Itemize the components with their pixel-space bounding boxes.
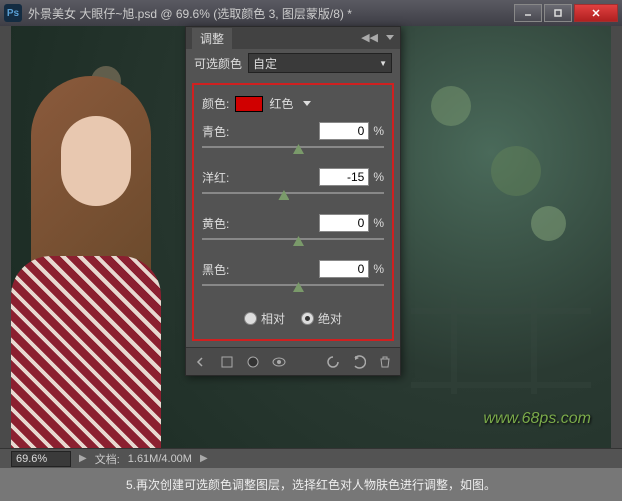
slider-label: 黄色: (202, 215, 229, 232)
percent-sign: % (373, 124, 384, 138)
photo-subject (11, 76, 171, 448)
back-icon[interactable] (192, 353, 210, 371)
preset-row: 可选颜色 自定 (186, 49, 400, 77)
preset-dropdown[interactable]: 自定 (248, 53, 392, 73)
expand-icon[interactable] (218, 353, 236, 371)
method-row: 相对 绝对 (198, 302, 388, 331)
slider-yellow: 黄色: 0 % (198, 210, 388, 256)
radio-label: 相对 (261, 310, 285, 327)
trash-icon[interactable] (376, 353, 394, 371)
watermark: www.68ps.com (483, 410, 591, 428)
layer-icon[interactable] (244, 353, 262, 371)
preset-value: 自定 (253, 55, 277, 72)
slider-track[interactable] (202, 144, 384, 158)
status-arrow-icon[interactable]: ▶ (79, 453, 87, 464)
slider-track[interactable] (202, 236, 384, 250)
panel-footer (186, 347, 400, 375)
preset-label: 可选颜色 (194, 55, 242, 72)
percent-sign: % (373, 262, 384, 276)
slider-cyan: 青色: 0 % (198, 118, 388, 164)
app-icon: Ps (4, 4, 22, 22)
doc-size: 1.61M/4.00M (128, 453, 192, 465)
percent-sign: % (373, 216, 384, 230)
panel-tab-bar: 调整 ◀◀ (186, 27, 400, 49)
photo-fence (411, 308, 591, 388)
app-window: Ps 外景美女 大眼仔~旭.psd @ 69.6% (选取颜色 3, 图层蒙版/… (0, 0, 622, 468)
slider-value-input[interactable]: 0 (319, 214, 369, 232)
radio-relative[interactable]: 相对 (244, 310, 285, 327)
visibility-icon[interactable] (270, 353, 288, 371)
tab-adjustments[interactable]: 调整 (192, 28, 232, 49)
color-dropdown-icon[interactable] (303, 101, 311, 106)
color-select-row: 颜色: 红色 (198, 89, 388, 118)
caption-bar: 5.再次创建可选颜色调整图层，选择红色对人物肤色进行调整，如图。 (0, 468, 622, 501)
minimize-button[interactable] (514, 4, 542, 22)
zoom-input[interactable]: 69.6% (11, 451, 71, 467)
slider-label: 黑色: (202, 261, 229, 278)
maximize-button[interactable] (544, 4, 572, 22)
slider-value-input[interactable]: -15 (319, 168, 369, 186)
radio-label: 绝对 (318, 310, 342, 327)
color-swatch (235, 96, 263, 112)
prev-state-icon[interactable] (324, 353, 342, 371)
panel-collapse-icon[interactable]: ◀◀ (361, 31, 378, 44)
highlighted-settings: 颜色: 红色 青色: 0 % 洋红: (192, 83, 394, 341)
radio-icon (244, 312, 257, 325)
radio-absolute[interactable]: 绝对 (301, 310, 342, 327)
slider-track[interactable] (202, 282, 384, 296)
slider-label: 青色: (202, 123, 229, 140)
status-arrow-icon[interactable]: ▶ (200, 453, 208, 464)
color-value: 红色 (269, 95, 293, 112)
color-label: 颜色: (202, 95, 229, 112)
slider-label: 洋红: (202, 169, 229, 186)
slider-magenta: 洋红: -15 % (198, 164, 388, 210)
statusbar: 69.6% ▶ 文档: 1.61M/4.00M ▶ (0, 448, 622, 468)
adjustments-panel: 调整 ◀◀ 可选颜色 自定 颜色: 红色 青色: 0 % (185, 26, 401, 376)
reset-icon[interactable] (350, 353, 368, 371)
doc-label: 文档: (95, 451, 120, 467)
window-controls (514, 4, 618, 22)
slider-value-input[interactable]: 0 (319, 122, 369, 140)
radio-icon (301, 312, 314, 325)
close-button[interactable] (574, 4, 618, 22)
window-title: 外景美女 大眼仔~旭.psd @ 69.6% (选取颜色 3, 图层蒙版/8) … (28, 5, 514, 22)
caption-text: 5.再次创建可选颜色调整图层，选择红色对人物肤色进行调整，如图。 (126, 476, 496, 493)
titlebar: Ps 外景美女 大眼仔~旭.psd @ 69.6% (选取颜色 3, 图层蒙版/… (0, 0, 622, 26)
slider-value-input[interactable]: 0 (319, 260, 369, 278)
slider-black: 黑色: 0 % (198, 256, 388, 302)
percent-sign: % (373, 170, 384, 184)
slider-track[interactable] (202, 190, 384, 204)
